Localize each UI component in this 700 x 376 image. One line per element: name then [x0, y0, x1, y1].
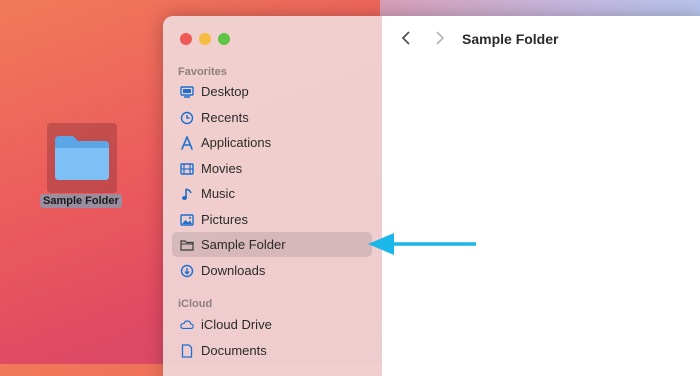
sidebar-item-applications[interactable]: Applications	[172, 130, 372, 155]
document-icon	[180, 343, 194, 358]
sidebar-item-label: Applications	[201, 135, 272, 150]
music-note-icon	[180, 187, 194, 201]
favorites-header: Favorites	[178, 66, 227, 78]
folder-icon	[55, 136, 109, 180]
back-button[interactable]	[400, 30, 412, 51]
folder-icon	[180, 238, 194, 252]
window-title: Sample Folder	[462, 31, 559, 47]
sidebar-item-label: Recents	[201, 110, 249, 125]
icloud-header: iCloud	[178, 298, 213, 310]
sidebar-item-recents[interactable]: Recents	[172, 105, 372, 130]
content-area: Sample Folder	[382, 16, 700, 376]
sidebar: Favorites Desktop Recents Applications M…	[163, 16, 382, 376]
sidebar-item-label: iCloud Drive	[201, 317, 272, 332]
sidebar-item-downloads[interactable]: Downloads	[172, 258, 372, 283]
cloud-icon	[180, 318, 194, 332]
sidebar-item-desktop[interactable]: Desktop	[172, 79, 372, 104]
sidebar-item-label: Movies	[201, 161, 243, 176]
arrow-annotation-icon	[368, 233, 476, 255]
sidebar-item-music[interactable]: Music	[172, 181, 372, 206]
sidebar-item-label: Documents	[201, 343, 267, 358]
chevron-left-icon	[401, 31, 410, 45]
close-button[interactable]	[180, 33, 192, 45]
sidebar-item-label: Music	[201, 186, 235, 201]
forward-button[interactable]	[434, 30, 446, 51]
desktop-folder-label[interactable]: Sample Folder	[40, 194, 122, 208]
chevron-right-icon	[436, 31, 445, 45]
sidebar-item-icloud-drive[interactable]: iCloud Drive	[172, 312, 372, 337]
applications-icon	[180, 135, 194, 150]
sidebar-item-label: Pictures	[201, 212, 248, 227]
sidebar-item-label: Downloads	[201, 263, 266, 278]
finder-window: Favorites Desktop Recents Applications M…	[163, 16, 700, 376]
download-icon	[180, 264, 194, 278]
sidebar-item-label: Sample Folder	[201, 237, 286, 252]
sidebar-item-pictures[interactable]: Pictures	[172, 207, 372, 232]
desktop-folder[interactable]	[47, 123, 117, 193]
sidebar-item-label: Desktop	[201, 84, 249, 99]
clock-icon	[180, 111, 194, 125]
minimize-button[interactable]	[199, 33, 211, 45]
sidebar-item-movies[interactable]: Movies	[172, 156, 372, 181]
zoom-button[interactable]	[218, 33, 230, 45]
desktop-icon	[180, 85, 194, 99]
sidebar-item-sample-folder[interactable]: Sample Folder	[172, 232, 372, 257]
photo-icon	[180, 213, 194, 227]
film-icon	[180, 162, 194, 176]
sidebar-item-documents[interactable]: Documents	[172, 338, 372, 363]
